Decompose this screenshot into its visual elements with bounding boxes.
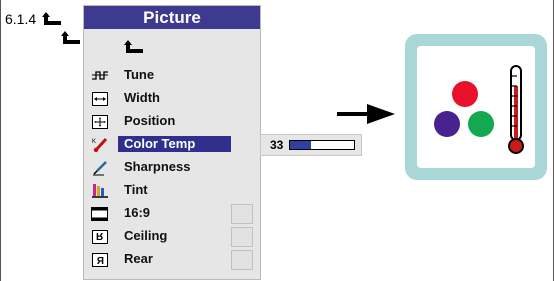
menu-item-rear[interactable]: R Rear	[84, 248, 260, 271]
page-border-left	[0, 0, 1, 281]
menu-item-label: Rear	[124, 251, 153, 266]
menu-item-position[interactable]: Position	[84, 110, 260, 133]
picture-menu: Picture Tune Width Position K Color Temp…	[83, 5, 261, 280]
rear-checkbox[interactable]	[231, 250, 253, 270]
menu-item-label: Tint	[124, 182, 148, 197]
back-arrow-icon	[42, 12, 62, 25]
menu-back-icon[interactable]	[124, 40, 144, 54]
menu-item-16-9[interactable]: 16:9	[84, 202, 260, 225]
menu-item-tune[interactable]: Tune	[84, 64, 260, 87]
slider-fill	[290, 141, 312, 149]
red-circle	[452, 81, 478, 107]
back-arrow-icon	[61, 31, 80, 44]
menu-item-label: Tune	[124, 67, 155, 82]
menu-item-ceiling[interactable]: R Ceiling	[84, 225, 260, 248]
aspect-checkbox[interactable]	[231, 204, 253, 224]
color-temp-graphic	[434, 65, 524, 154]
menu-item-label: Sharpness	[124, 159, 191, 174]
slider-value: 33	[270, 138, 284, 152]
menu-item-label: Color Temp	[118, 136, 231, 152]
menu-items: Tune Width Position K Color Temp Sharpne…	[84, 64, 260, 271]
width-icon	[91, 90, 108, 107]
menu-item-color-temp[interactable]: K Color Temp	[84, 133, 260, 156]
section-heading: 6.1.4	[5, 11, 62, 27]
green-circle	[468, 111, 494, 137]
color-temp-illustration	[405, 34, 547, 180]
menu-item-width[interactable]: Width	[84, 87, 260, 110]
aspect-icon	[91, 205, 108, 222]
menu-item-tint[interactable]: Tint	[84, 179, 260, 202]
right-arrow-icon	[337, 104, 395, 124]
menu-title: Picture	[84, 6, 260, 29]
color-temp-slider[interactable]: 33	[260, 134, 362, 156]
svg-text:K: K	[92, 139, 96, 145]
menu-item-label: 16:9	[124, 205, 151, 220]
sharpness-icon	[91, 159, 108, 176]
svg-text:R: R	[96, 230, 104, 241]
svg-text:R: R	[96, 256, 104, 267]
section-number: 6.1.4	[5, 11, 37, 27]
thermometer-icon	[508, 65, 524, 154]
illustration-panel	[417, 46, 535, 168]
menu-item-sharpness[interactable]: Sharpness	[84, 156, 260, 179]
position-icon	[91, 113, 108, 130]
rear-icon: R	[91, 251, 108, 268]
tune-icon	[91, 67, 108, 84]
slider-track[interactable]	[289, 140, 355, 150]
menu-item-label: Width	[124, 90, 160, 105]
menu-item-label: Ceiling	[124, 228, 168, 243]
menu-item-label: Position	[124, 113, 176, 128]
ceiling-icon: R	[91, 228, 108, 245]
tint-icon	[91, 182, 108, 199]
thermometer-icon: K	[91, 136, 108, 153]
ceiling-checkbox[interactable]	[231, 227, 253, 247]
purple-circle	[434, 111, 460, 137]
